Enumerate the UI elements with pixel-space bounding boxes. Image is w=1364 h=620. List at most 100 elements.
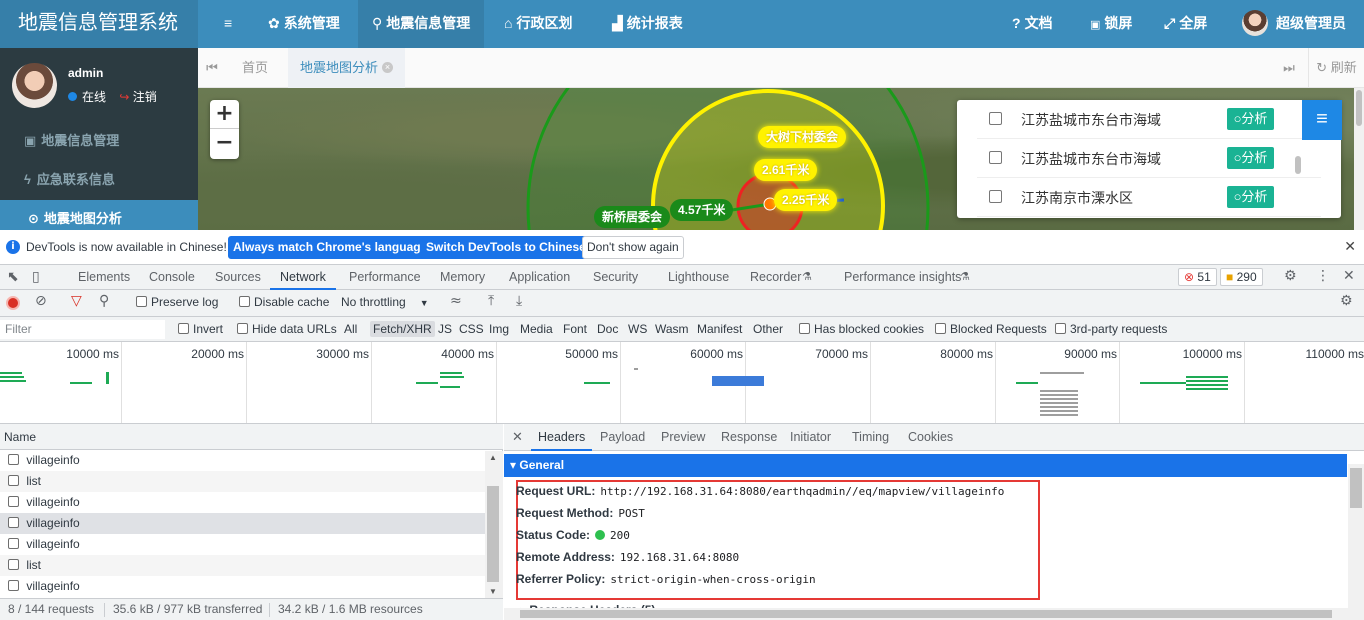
row-checkbox[interactable] [989, 151, 1002, 164]
scroll-up-icon[interactable]: ▲ [489, 453, 497, 462]
sidebar-item-emergency-contacts[interactable]: ϟ 应急联系信息 [0, 161, 198, 199]
panel-menu-button[interactable]: ≡ [1302, 100, 1342, 140]
type-filter-all[interactable]: All [344, 322, 357, 336]
table-row[interactable]: villageinfo [0, 576, 485, 597]
type-filter-ws[interactable]: WS [628, 322, 647, 336]
filter-input[interactable]: Filter [0, 320, 165, 339]
switch-chinese-button[interactable]: Switch DevTools to Chinese [421, 236, 591, 259]
filter-icon[interactable]: ▽ [71, 293, 82, 309]
close-icon[interactable]: ✕ [1344, 238, 1356, 255]
tab-performance-insights[interactable]: Performance insights [844, 265, 961, 290]
type-filter-wasm[interactable]: Wasm [655, 322, 689, 336]
logout-icon[interactable]: ↪ [119, 90, 129, 104]
analyze-button[interactable]: ○分析 [1227, 108, 1274, 130]
tab-security[interactable]: Security [593, 265, 638, 290]
details-hscrollbar[interactable] [504, 608, 1348, 620]
hide-data-urls-checkbox[interactable]: Hide data URLs [237, 322, 337, 336]
user-menu[interactable]: 超级管理员 [1242, 0, 1346, 48]
invert-checkbox[interactable]: Invert [178, 322, 223, 336]
page-scrollbar[interactable] [1354, 88, 1364, 230]
row-checkbox[interactable] [989, 190, 1002, 203]
type-filter-js[interactable]: JS [438, 322, 452, 336]
analyze-button[interactable]: ○分析 [1227, 186, 1274, 208]
nav-system-management[interactable]: ✿ 系统管理 [268, 0, 340, 48]
scrollbar-thumb[interactable] [1356, 90, 1362, 126]
nav-earthquake-info[interactable]: ⚲ 地震信息管理 [358, 0, 485, 48]
panel-scrollbar[interactable] [1295, 156, 1301, 174]
scroll-down-icon[interactable]: ▼ [489, 587, 497, 596]
tab-response[interactable]: Response [721, 424, 777, 451]
details-scrollbar[interactable] [1348, 464, 1364, 620]
network-conditions-icon[interactable]: ≈ [450, 293, 462, 309]
tab-elements[interactable]: Elements [78, 265, 130, 290]
table-row[interactable]: villageinfo [0, 450, 485, 471]
table-row[interactable]: villageinfo [0, 513, 485, 534]
clear-icon[interactable]: ⊘ [35, 293, 47, 309]
list-scrollbar[interactable]: ▲ ▼ [485, 451, 503, 598]
column-header-name[interactable]: Name [0, 424, 503, 450]
preserve-log-checkbox[interactable]: Preserve log [136, 295, 218, 309]
nav-lock-screen[interactable]: ▣ 锁屏 [1090, 0, 1132, 48]
tab-headers[interactable]: Headers [531, 424, 593, 451]
general-section-header[interactable]: ▾ General [504, 454, 1347, 477]
type-filter-media[interactable]: Media [520, 322, 553, 336]
gear-icon[interactable]: ⚙ [1284, 268, 1297, 284]
tab-initiator[interactable]: Initiator [790, 424, 831, 451]
tab-timing[interactable]: Timing [852, 424, 889, 451]
gear-icon[interactable]: ⚙ [1340, 293, 1353, 309]
scrollbar-thumb[interactable] [487, 486, 499, 582]
download-icon[interactable]: ⤓ [516, 293, 522, 309]
warnings-badge[interactable]: ■ 290 [1220, 268, 1263, 286]
errors-badge[interactable]: ⊗ 51 [1178, 268, 1217, 286]
sidebar-item-earthquake-info[interactable]: ▣ 地震信息管理 [0, 122, 198, 160]
blocked-requests-checkbox[interactable]: Blocked Requests [935, 322, 1047, 336]
close-icon[interactable]: × [382, 62, 394, 74]
type-filter-css[interactable]: CSS [459, 322, 484, 336]
blocked-cookies-checkbox[interactable]: Has blocked cookies [799, 322, 924, 336]
type-filter-other[interactable]: Other [753, 322, 783, 336]
tab-memory[interactable]: Memory [440, 265, 485, 290]
nav-fullscreen[interactable]: ⤢ 全屏 [1164, 0, 1207, 48]
table-row[interactable]: list [0, 471, 485, 492]
tab-sources[interactable]: Sources [215, 265, 261, 290]
throttling-select[interactable]: No throttling ▼ [341, 295, 429, 309]
tab-performance[interactable]: Performance [349, 265, 421, 290]
tab-network[interactable]: Network [270, 265, 336, 290]
nav-statistics[interactable]: ▟ 统计报表 [612, 0, 683, 48]
analyze-button[interactable]: ○分析 [1227, 147, 1274, 169]
zoom-in-button[interactable]: + [210, 100, 239, 129]
row-checkbox[interactable] [989, 112, 1002, 125]
dont-show-again-button[interactable]: Don't show again [582, 236, 684, 259]
close-icon[interactable]: ✕ [1343, 268, 1355, 284]
tab-payload[interactable]: Payload [600, 424, 645, 451]
sidebar-toggle-button[interactable]: ≡ [224, 0, 236, 48]
close-icon[interactable]: ✕ [512, 424, 523, 451]
tab-preview[interactable]: Preview [661, 424, 705, 451]
more-icon[interactable]: ⋮ [1316, 268, 1330, 284]
inspect-icon[interactable]: ⬉ [7, 269, 19, 285]
tab-application[interactable]: Application [509, 265, 570, 290]
search-icon[interactable]: ⚲ [99, 293, 109, 309]
nav-admin-division[interactable]: ⌂ 行政区划 [504, 0, 572, 48]
tab-lighthouse[interactable]: Lighthouse [668, 265, 729, 290]
nav-docs[interactable]: ? 文档 [1012, 0, 1053, 48]
network-overview-timeline[interactable]: 10000 ms 20000 ms 30000 ms 40000 ms 5000… [0, 342, 1364, 424]
upload-icon[interactable]: ⤒ [488, 293, 494, 309]
map-view[interactable]: + − 大树下村委会 2.61千米 2.25千米 4.57千米 新桥居委会 江苏… [198, 88, 1364, 230]
type-filter-fetch-xhr[interactable]: Fetch/XHR [370, 321, 435, 337]
device-toolbar-icon[interactable]: ▯ [32, 269, 40, 285]
tab-cookies[interactable]: Cookies [908, 424, 953, 451]
record-icon[interactable] [6, 296, 20, 310]
logout-link[interactable]: 注销 [133, 90, 157, 104]
third-party-checkbox[interactable]: 3rd-party requests [1055, 322, 1167, 336]
table-row[interactable]: list [0, 555, 485, 576]
tab-home[interactable]: 首页 [230, 48, 280, 88]
table-row[interactable]: villageinfo [0, 492, 485, 513]
zoom-out-button[interactable]: − [210, 129, 239, 158]
type-filter-manifest[interactable]: Manifest [697, 322, 742, 336]
refresh-button[interactable]: ↻ 刷新 [1308, 48, 1364, 88]
tab-recorder[interactable]: Recorder [750, 265, 801, 290]
tab-map-analysis[interactable]: 地震地图分析 × [288, 48, 406, 88]
disable-cache-checkbox[interactable]: Disable cache [239, 295, 329, 309]
type-filter-doc[interactable]: Doc [597, 322, 618, 336]
